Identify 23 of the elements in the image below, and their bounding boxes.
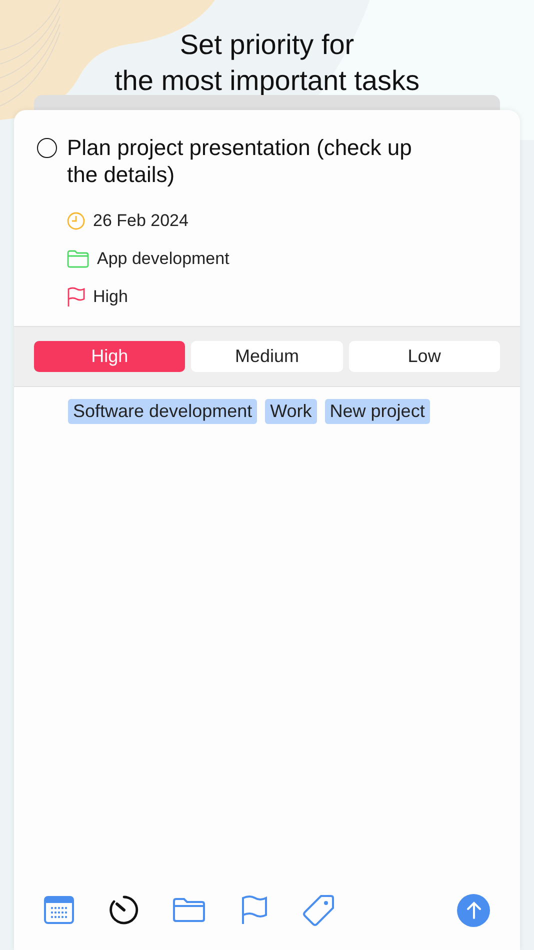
arrow-up-icon bbox=[466, 901, 482, 919]
tag-chip[interactable]: Work bbox=[265, 399, 317, 424]
detail-text: App development bbox=[97, 249, 230, 269]
timer-icon[interactable] bbox=[108, 894, 140, 926]
folder-icon[interactable] bbox=[172, 897, 206, 923]
tag-icon[interactable] bbox=[302, 893, 336, 927]
folder-icon bbox=[67, 250, 89, 268]
detail-text: High bbox=[93, 287, 128, 307]
headline: the most important tasks bbox=[114, 64, 420, 98]
priority-option[interactable]: High bbox=[34, 341, 186, 372]
send-button[interactable] bbox=[457, 894, 490, 926]
tag-chip[interactable]: New project bbox=[324, 399, 430, 424]
flag-icon[interactable] bbox=[240, 895, 268, 925]
priority-option[interactable]: Medium bbox=[191, 341, 343, 372]
task-checkbox[interactable] bbox=[37, 138, 57, 158]
priority-option[interactable]: Low bbox=[348, 341, 500, 372]
clock-icon bbox=[67, 212, 85, 230]
flag-icon bbox=[67, 287, 85, 307]
headline: Set priority for bbox=[180, 28, 354, 62]
detail-text: 26 Feb 2024 bbox=[93, 211, 188, 231]
calendar-icon[interactable] bbox=[44, 896, 74, 924]
tag-chip[interactable]: Software development bbox=[68, 399, 258, 424]
task-title: Plan project presentation (check up the details) bbox=[67, 134, 413, 188]
